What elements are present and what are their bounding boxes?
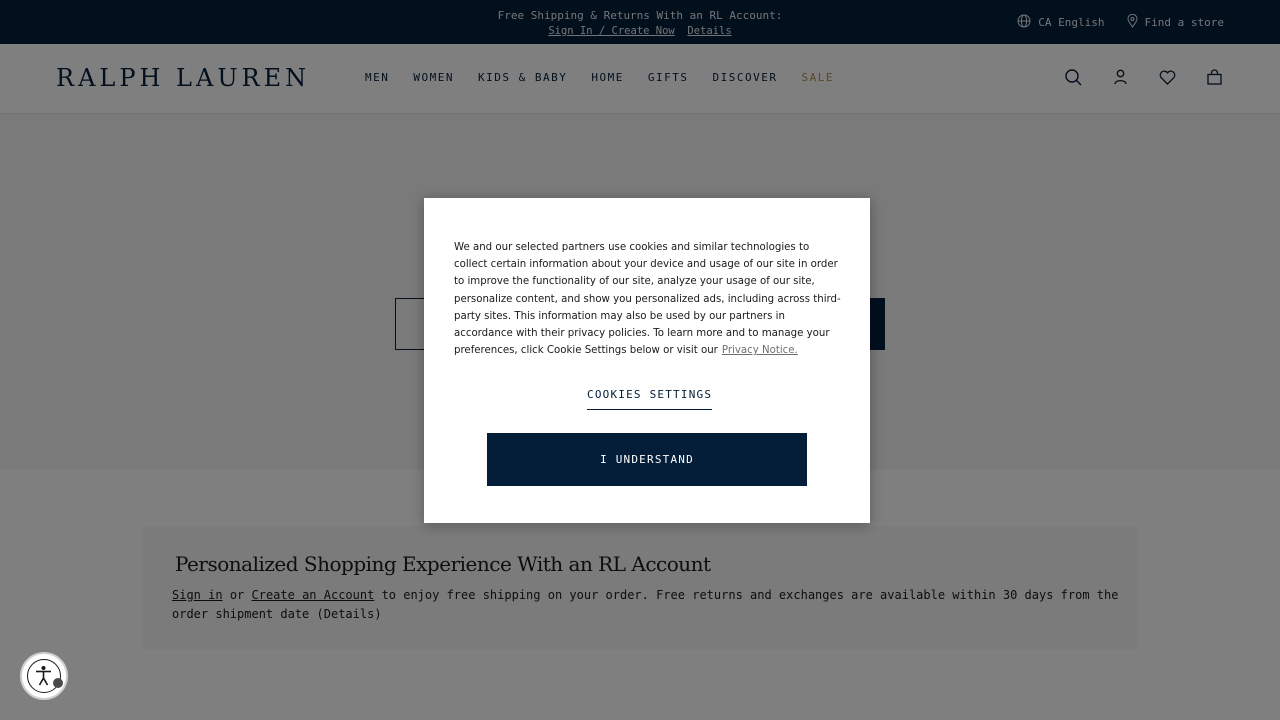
accessibility-close-icon[interactable] xyxy=(53,678,63,688)
accessibility-widget-button[interactable] xyxy=(20,652,68,700)
cookie-consent-dialog: We and our selected partners use cookies… xyxy=(424,198,870,523)
cookie-consent-text: We and our selected partners use cookies… xyxy=(454,239,844,359)
i-understand-button[interactable]: I UNDERSTAND xyxy=(487,433,807,486)
cookies-settings-button[interactable]: COOKIES SETTINGS xyxy=(587,388,713,410)
cookie-consent-body: We and our selected partners use cookies… xyxy=(454,242,841,357)
accessibility-icon xyxy=(27,659,61,693)
privacy-notice-link[interactable]: Privacy Notice. xyxy=(722,345,798,356)
